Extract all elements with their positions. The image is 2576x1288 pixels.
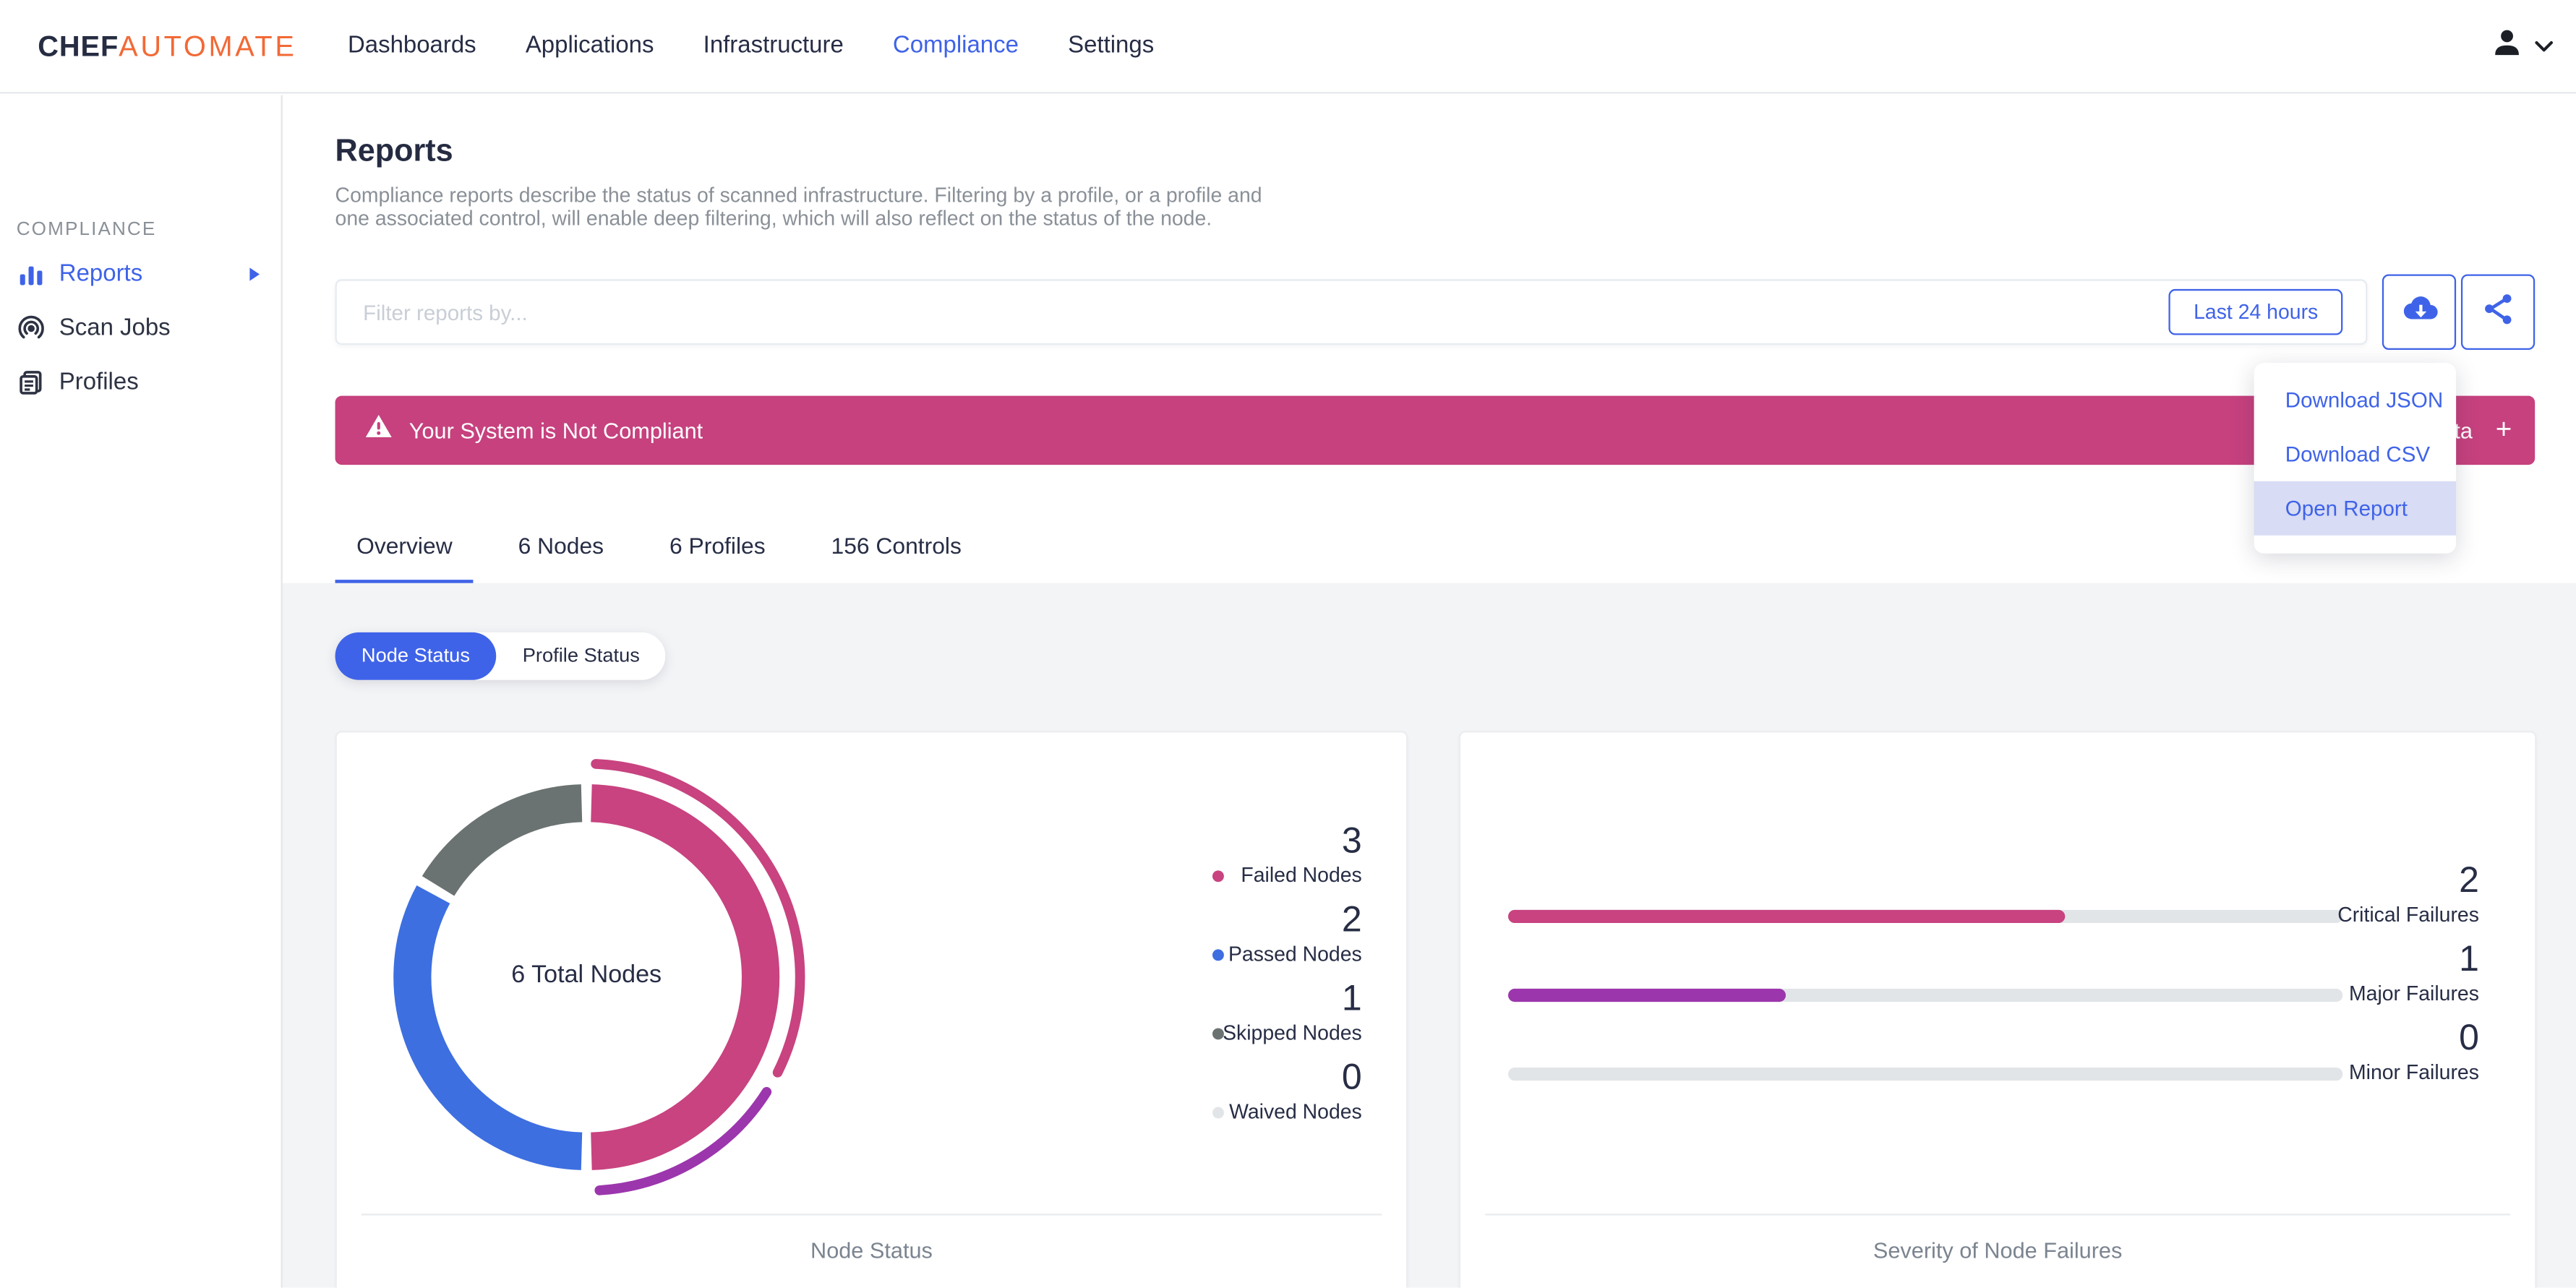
overview-panel: Node Status Profile Status 6 Total Nodes…	[282, 583, 2576, 1288]
legend-label: Failed Nodes	[1241, 864, 1362, 888]
report-tabs: Overview 6 Nodes 6 Profiles 156 Controls	[335, 532, 1006, 585]
time-range-button[interactable]: Last 24 hours	[2169, 288, 2343, 335]
nav-item-dashboards[interactable]: Dashboards	[348, 33, 476, 59]
card-caption: Node Status	[810, 1238, 933, 1263]
severity-row-major[interactable]: 1 Major Failures	[1460, 937, 2535, 1016]
legend-value: 0	[1341, 1056, 1362, 1097]
chevron-right-icon	[249, 267, 260, 280]
documents-icon	[17, 368, 46, 398]
legend-value: 3	[1341, 819, 1362, 861]
legend-failed-nodes[interactable]: 3 Failed Nodes	[1165, 820, 1362, 898]
share-icon	[2481, 290, 2515, 334]
chef-automate-app: CHEF AUTOMATE Dashboards Applications Inf…	[0, 0, 2576, 1288]
brand-chef: CHEF	[38, 28, 119, 62]
warning-triangle-icon	[364, 414, 393, 447]
severity-bar-track	[1507, 988, 2343, 1003]
share-report-button[interactable]	[2460, 274, 2536, 351]
severity-value: 2	[2459, 859, 2479, 901]
severity-value: 0	[2459, 1016, 2479, 1058]
toggle-node-status[interactable]: Node Status	[335, 632, 497, 680]
cloud-download-icon	[2397, 290, 2440, 334]
top-nav: CHEF AUTOMATE Dashboards Applications Inf…	[0, 0, 2576, 94]
page-description: Compliance reports describe the status o…	[335, 184, 1262, 230]
legend-value: 2	[1341, 898, 1362, 940]
passed-dot-icon	[1212, 949, 1224, 961]
sidebar-item-scan-jobs[interactable]: Scan Jobs	[0, 307, 281, 350]
severity-bar-track	[1507, 1068, 2343, 1081]
nav-item-settings[interactable]: Settings	[1068, 33, 1154, 59]
tab-overview[interactable]: Overview	[335, 532, 474, 585]
compliance-status-banner: Your System is Not Compliant ta +	[335, 395, 2536, 465]
legend-label: Skipped Nodes	[1223, 1021, 1362, 1045]
severity-bar-fill	[1507, 909, 2065, 924]
sidebar-section-label: COMPLIANCE	[16, 220, 157, 240]
severity-label: Minor Failures	[2348, 1060, 2479, 1084]
node-status-card: 6 Total Nodes 3 Failed Nodes 2 Passed No…	[335, 731, 1408, 1288]
sidebar: COMPLIANCE Reports Scan Jobs Profiles	[0, 95, 283, 1288]
banner-clipped-text: ta	[2454, 418, 2473, 443]
tab-controls[interactable]: 156 Controls	[810, 532, 983, 585]
severity-card: 2 Critical Failures 1 Major Failures 0 M…	[1458, 731, 2537, 1288]
banner-right-actions: ta +	[2454, 414, 2512, 447]
nav-item-compliance[interactable]: Compliance	[893, 33, 1019, 59]
plus-icon[interactable]: +	[2496, 414, 2512, 447]
menu-item-download-csv[interactable]: Download CSV	[2254, 427, 2456, 481]
legend-skipped-nodes[interactable]: 1 Skipped Nodes	[1165, 977, 1362, 1056]
menu-item-open-report[interactable]: Open Report	[2254, 481, 2457, 536]
brand-automate: AUTOMATE	[119, 28, 297, 62]
legend-value: 1	[1341, 977, 1362, 1018]
filter-bar[interactable]: Last 24 hours	[335, 279, 2368, 345]
nav-item-infrastructure[interactable]: Infrastructure	[703, 33, 844, 59]
legend-waived-nodes[interactable]: 0 Waived Nodes	[1165, 1056, 1362, 1135]
bar-chart-icon	[17, 261, 46, 287]
user-profile-icon	[2491, 25, 2523, 66]
tab-nodes[interactable]: 6 Nodes	[497, 532, 625, 585]
filter-reports-input[interactable]	[363, 299, 2170, 325]
severity-bars: 2 Critical Failures 1 Major Failures 0 M…	[1460, 859, 2535, 1095]
legend-label: Passed Nodes	[1228, 943, 1362, 966]
waived-dot-icon	[1212, 1107, 1224, 1119]
severity-row-minor[interactable]: 0 Minor Failures	[1460, 1017, 2535, 1096]
failed-dot-icon	[1212, 870, 1224, 883]
node-status-legend: 3 Failed Nodes 2 Passed Nodes 1 Skipped …	[1165, 820, 1362, 1135]
tab-profiles[interactable]: 6 Profiles	[648, 532, 787, 585]
download-report-button[interactable]	[2382, 274, 2457, 351]
sidebar-item-label: Reports	[59, 261, 143, 288]
sidebar-item-reports[interactable]: Reports	[0, 253, 281, 296]
card-divider	[1485, 1214, 2511, 1216]
sidebar-item-label: Scan Jobs	[59, 315, 171, 342]
brand-logo[interactable]: CHEF AUTOMATE	[38, 29, 296, 64]
legend-passed-nodes[interactable]: 2 Passed Nodes	[1165, 898, 1362, 977]
scan-target-icon	[17, 314, 46, 343]
card-divider	[361, 1214, 1382, 1216]
severity-label: Major Failures	[2348, 982, 2479, 1005]
page-description-line1: Compliance reports describe the status o…	[335, 184, 1262, 207]
severity-row-critical[interactable]: 2 Critical Failures	[1460, 859, 2535, 937]
legend-label: Waived Nodes	[1229, 1100, 1362, 1124]
sidebar-item-label: Profiles	[59, 369, 139, 396]
skipped-dot-icon	[1212, 1028, 1224, 1040]
donut-center-label: 6 Total Nodes	[511, 961, 662, 989]
nav-item-applications[interactable]: Applications	[526, 33, 654, 59]
page-description-line2: one associated control, will enable deep…	[335, 207, 1212, 231]
user-menu-button[interactable]	[2491, 25, 2559, 66]
toggle-profile-status[interactable]: Profile Status	[496, 632, 666, 680]
severity-value: 1	[2459, 937, 2479, 979]
severity-bar-track	[1507, 909, 2343, 924]
main-content: Reports Compliance reports describe the …	[282, 95, 2576, 1288]
banner-message: Your System is Not Compliant	[408, 418, 703, 443]
status-toggle: Node Status Profile Status	[335, 632, 667, 680]
top-nav-items: Dashboards Applications Infrastructure C…	[348, 33, 1154, 59]
severity-bar-fill	[1507, 988, 1786, 1003]
chevron-down-icon	[2535, 31, 2553, 61]
download-dropdown-menu: Download JSON Download CSV Open Report	[2254, 363, 2457, 554]
page-title: Reports	[335, 134, 453, 170]
severity-label: Critical Failures	[2337, 903, 2479, 927]
card-caption: Severity of Node Failures	[1873, 1238, 2123, 1263]
sidebar-item-profiles[interactable]: Profiles	[0, 361, 281, 404]
menu-item-download-json[interactable]: Download JSON	[2254, 373, 2456, 427]
